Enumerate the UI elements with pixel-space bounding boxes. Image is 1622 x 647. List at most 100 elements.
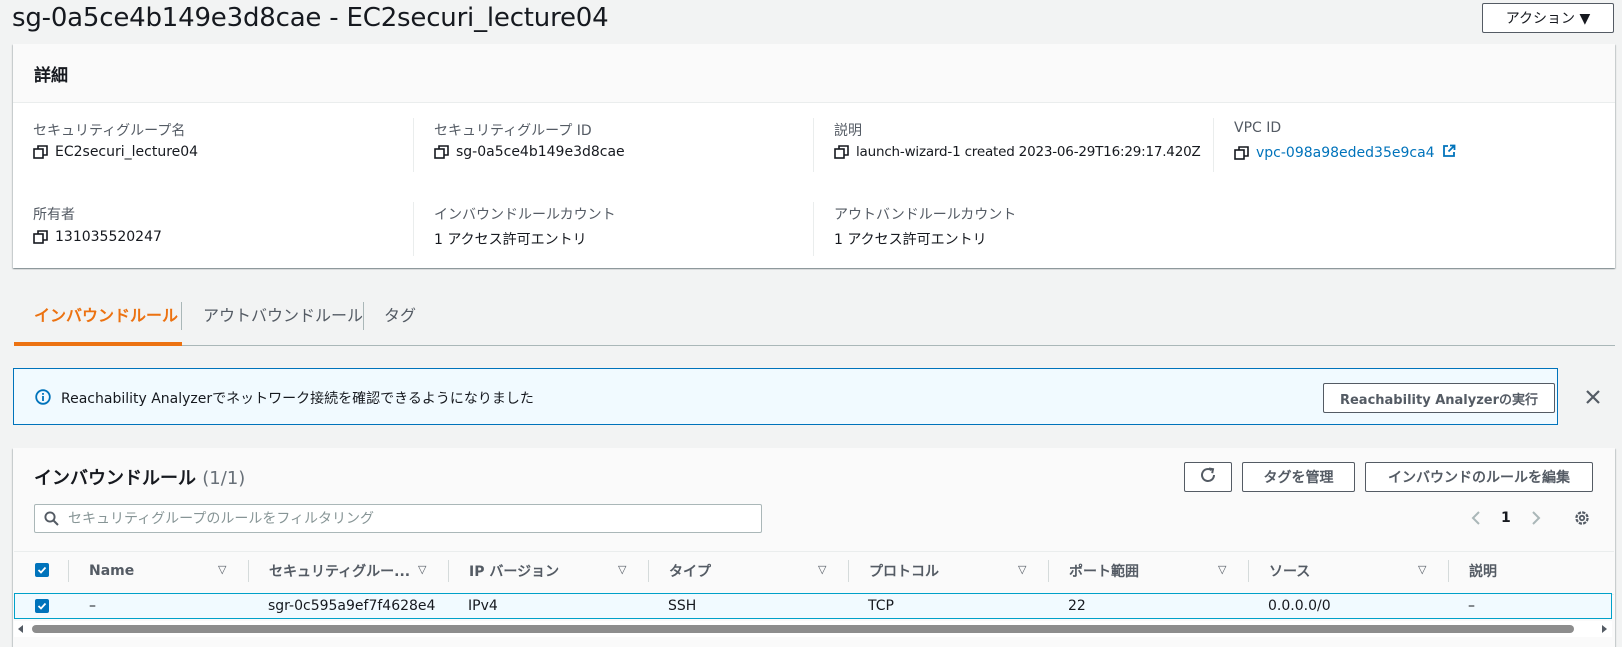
scroll-right-icon[interactable] xyxy=(1602,625,1607,633)
active-tab-underline xyxy=(14,342,182,346)
tab-divider xyxy=(363,302,364,330)
copy-icon[interactable] xyxy=(33,229,48,245)
copy-icon[interactable] xyxy=(1234,145,1249,161)
cell-description: – xyxy=(1468,598,1475,614)
info-icon xyxy=(35,389,51,409)
refresh-icon xyxy=(1199,466,1217,488)
sg-name-value: EC2securi_lecture04 xyxy=(33,144,198,160)
actions-dropdown-button[interactable]: アクション ▼ xyxy=(1482,3,1614,33)
copy-icon[interactable] xyxy=(33,144,48,160)
tab-tags[interactable]: タグ xyxy=(384,294,416,334)
column-header-ip-version[interactable]: IP バージョン xyxy=(469,553,559,589)
manage-tags-button[interactable]: タグを管理 xyxy=(1242,462,1355,492)
column-header-name[interactable]: Name xyxy=(89,553,134,589)
rules-title-text: インバウンドルール xyxy=(34,468,196,489)
search-icon xyxy=(44,511,59,526)
cell-protocol: TCP xyxy=(868,598,894,614)
scrollbar-thumb[interactable] xyxy=(32,625,1574,633)
column-header-description[interactable]: 説明 xyxy=(1469,553,1497,589)
sg-name-text: EC2securi_lecture04 xyxy=(55,144,199,160)
sort-icon[interactable]: ▽ xyxy=(1418,563,1426,576)
page-title: sg-0a5ce4b149e3d8cae - EC2securi_lecture… xyxy=(12,3,609,33)
vpc-id-link[interactable]: vpc-098a98eded35e9ca4 xyxy=(1256,145,1435,161)
column-divider xyxy=(68,560,69,582)
column-divider xyxy=(848,560,849,582)
horizontal-scrollbar[interactable] xyxy=(14,621,1612,637)
column-divider xyxy=(448,560,449,582)
tabs-bottom-border xyxy=(182,345,1615,346)
sg-name-label: セキュリティグループ名 xyxy=(33,123,186,139)
copy-icon[interactable] xyxy=(434,144,449,160)
details-panel: 詳細 セキュリティグループ名 EC2securi_lecture04 セキュリテ… xyxy=(13,44,1615,268)
cell-ip-version: IPv4 xyxy=(468,598,498,614)
sg-id-label: セキュリティグループ ID xyxy=(434,123,592,139)
sort-icon[interactable]: ▽ xyxy=(618,563,626,576)
description-label: 説明 xyxy=(834,123,862,139)
external-link-icon[interactable] xyxy=(1442,144,1456,162)
column-divider xyxy=(1048,560,1049,582)
sg-id-value: sg-0a5ce4b149e3d8cae xyxy=(434,144,625,160)
sort-icon[interactable]: ▽ xyxy=(218,563,226,576)
owner-label: 所有者 xyxy=(33,207,75,223)
cell-source: 0.0.0.0/0 xyxy=(1268,598,1331,614)
table-header xyxy=(14,551,1614,595)
column-divider xyxy=(1248,560,1249,582)
column-header-source[interactable]: ソース xyxy=(1269,553,1310,589)
tab-inbound-rules[interactable]: インバウンドルール xyxy=(34,294,178,334)
outbound-count-value: 1 アクセス許可エントリ xyxy=(834,232,987,248)
outbound-count-label: アウトバンドルールカウント xyxy=(834,207,1017,223)
table-row[interactable] xyxy=(14,593,1612,619)
inbound-count-value: 1 アクセス許可エントリ xyxy=(434,232,587,248)
gear-icon[interactable] xyxy=(1573,509,1591,531)
owner-value: 131035520247 xyxy=(33,229,162,245)
column-divider xyxy=(813,202,814,256)
cell-name: – xyxy=(89,598,96,614)
owner-text: 131035520247 xyxy=(55,229,162,245)
column-divider xyxy=(413,118,414,172)
reachability-analyzer-button[interactable]: Reachability Analyzerの実行 xyxy=(1323,383,1555,413)
details-heading: 詳細 xyxy=(34,66,68,86)
scroll-left-icon[interactable] xyxy=(18,625,23,633)
info-banner-message: Reachability Analyzerでネットワーク接続を確認できるようにな… xyxy=(61,391,534,407)
vpc-id-value: vpc-098a98eded35e9ca4 xyxy=(1234,144,1456,162)
sg-id-text: sg-0a5ce4b149e3d8cae xyxy=(456,144,625,160)
tab-divider xyxy=(181,302,182,330)
rules-search-box[interactable] xyxy=(34,504,762,533)
cell-port-range: 22 xyxy=(1068,598,1086,614)
select-all-checkbox[interactable] xyxy=(35,563,49,577)
next-page-icon[interactable] xyxy=(1530,510,1542,530)
sort-icon[interactable]: ▽ xyxy=(1218,563,1226,576)
cell-type: SSH xyxy=(668,598,697,614)
search-input[interactable] xyxy=(68,510,748,527)
page-number[interactable]: 1 xyxy=(1501,510,1511,526)
copy-icon[interactable] xyxy=(834,144,849,160)
close-icon[interactable] xyxy=(1585,389,1601,409)
rules-panel-title: インバウンドルール (1/1) xyxy=(34,464,245,490)
details-header: 詳細 xyxy=(13,44,1615,103)
description-text: launch-wizard-1 created 2023-06-29T16:29… xyxy=(856,144,1201,160)
sort-icon[interactable]: ▽ xyxy=(818,563,826,576)
column-divider xyxy=(648,560,649,582)
prev-page-icon[interactable] xyxy=(1470,510,1482,530)
info-banner: Reachability Analyzerでネットワーク接続を確認できるようにな… xyxy=(13,368,1600,425)
description-value: launch-wizard-1 created 2023-06-29T16:29… xyxy=(834,144,1201,160)
edit-inbound-rules-button[interactable]: インバウンドのルールを編集 xyxy=(1365,462,1593,492)
inbound-count-label: インバウンドルールカウント xyxy=(434,207,616,223)
column-divider xyxy=(1448,560,1449,582)
sort-icon[interactable]: ▽ xyxy=(1018,563,1026,576)
column-divider xyxy=(413,202,414,256)
column-header-protocol[interactable]: プロトコル xyxy=(869,553,939,589)
column-header-port-range[interactable]: ポート範囲 xyxy=(1069,553,1139,589)
sort-icon[interactable]: ▽ xyxy=(418,563,426,576)
column-divider xyxy=(248,560,249,582)
column-header-type[interactable]: タイプ xyxy=(669,553,711,589)
column-header-rule-id[interactable]: セキュリティグルー... xyxy=(269,553,410,589)
column-divider xyxy=(813,118,814,172)
cell-rule-id: sgr-0c595a9ef7f4628e4 xyxy=(268,598,436,614)
refresh-button[interactable] xyxy=(1184,462,1232,492)
rules-count: (1/1) xyxy=(202,468,246,489)
vpc-id-label: VPC ID xyxy=(1234,120,1282,136)
tab-outbound-rules[interactable]: アウトバウンドルール xyxy=(203,294,363,334)
column-divider xyxy=(1213,118,1214,172)
row-checkbox[interactable] xyxy=(35,599,49,613)
